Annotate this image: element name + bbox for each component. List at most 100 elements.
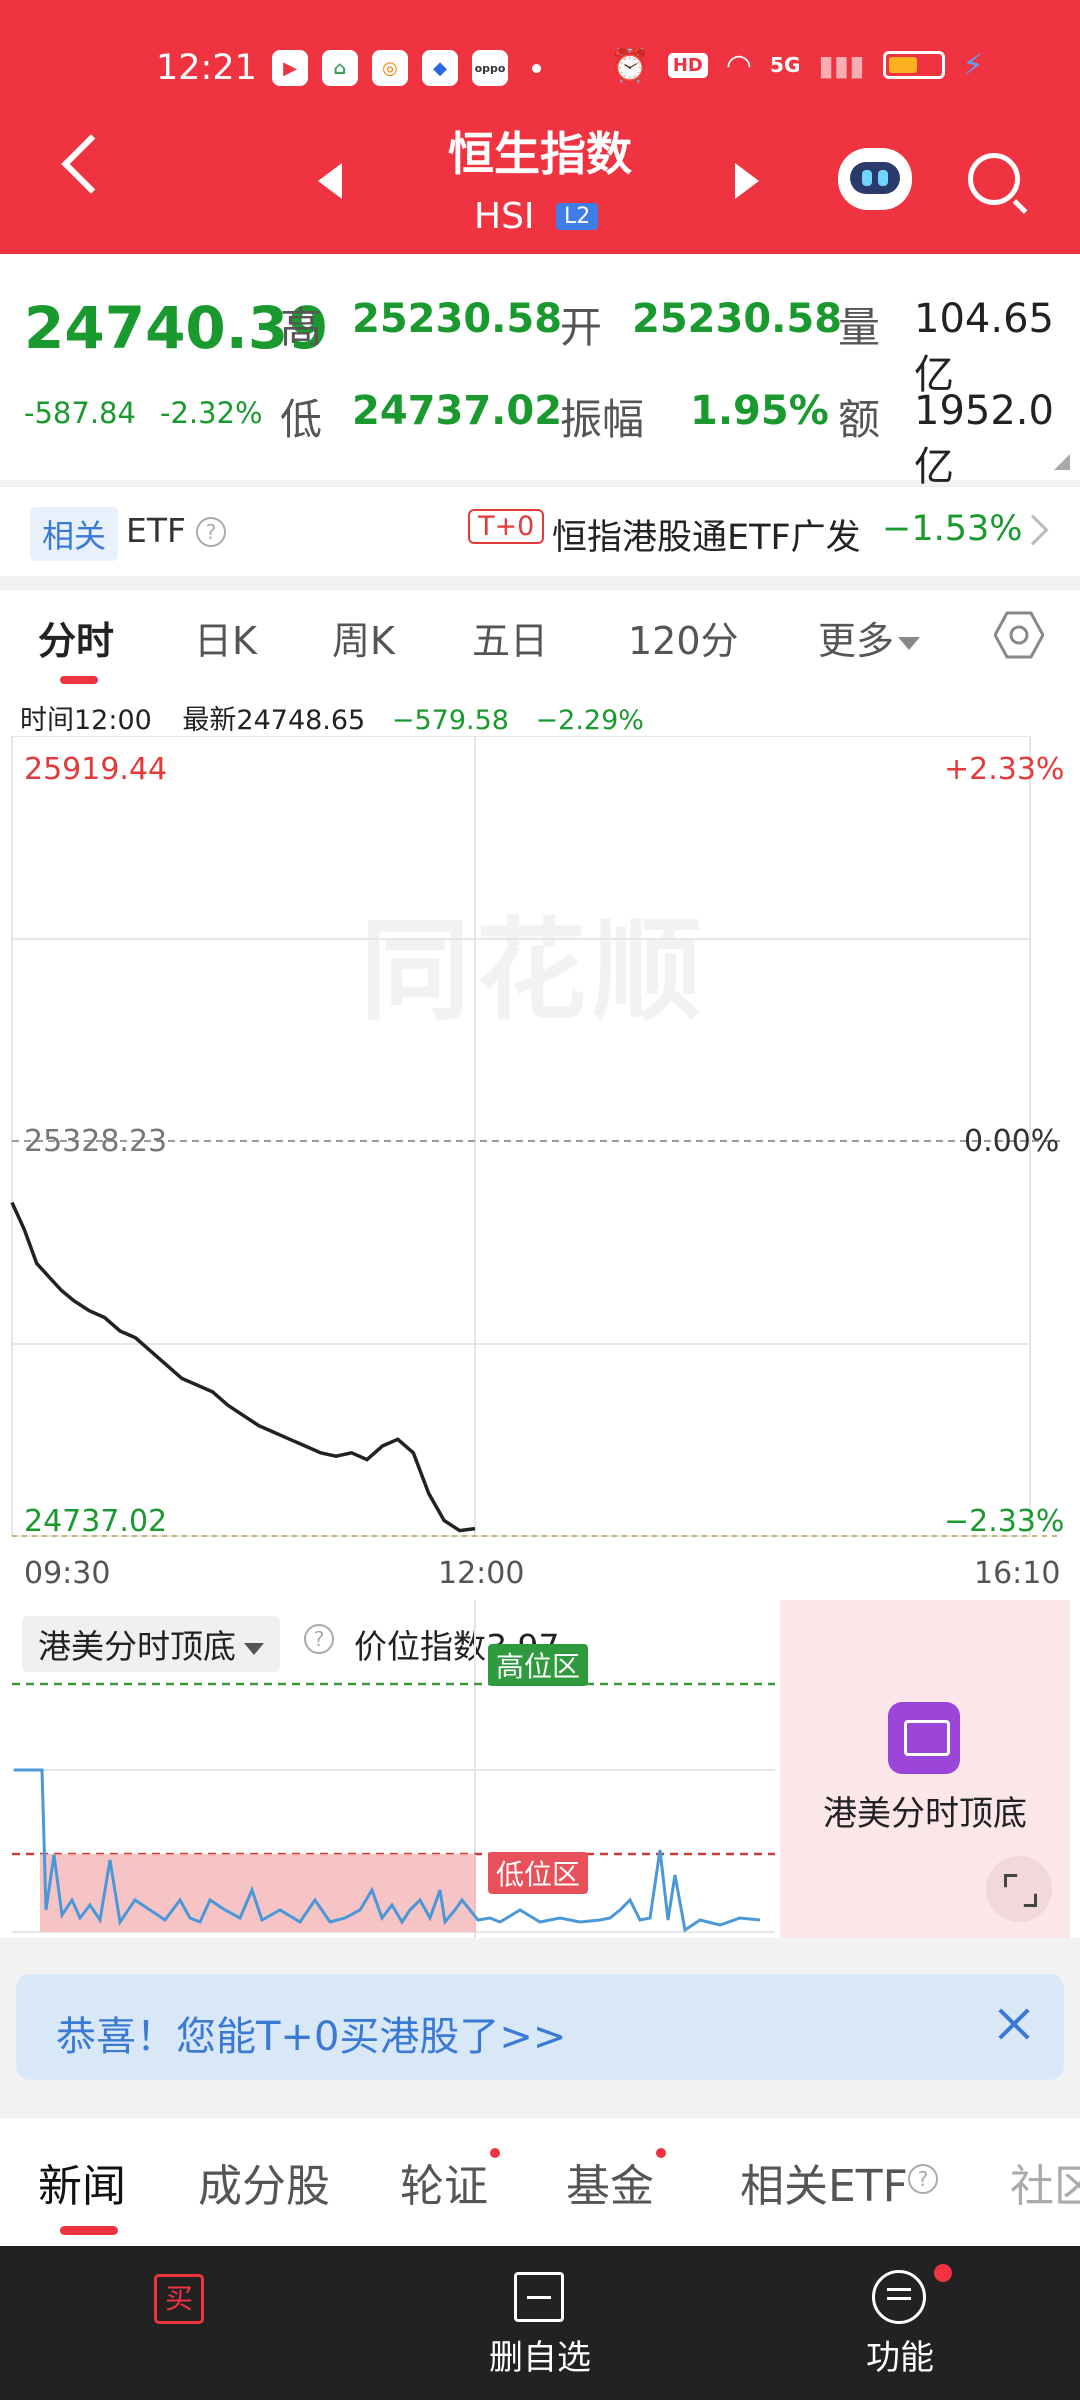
chart-top-pct: +2.33% — [944, 752, 1065, 787]
chart-bottom-pct: −2.33% — [944, 1504, 1065, 1539]
content-tabs: 新闻 成分股 轮证 基金 相关ETF ? 社区 — [0, 2118, 1080, 2246]
header-bar: 12:21 ▶ ⌂ ◎ ◆ oppo ⏰ HD ◠ 5G ▮▮▮ ⚡ 恒生指数 … — [0, 0, 1080, 254]
charging-icon: ⚡ — [962, 47, 984, 83]
help-icon[interactable]: ? — [196, 517, 226, 547]
hd-icon: HD — [667, 52, 708, 78]
search-icon[interactable] — [968, 153, 1020, 205]
quote-panel: 24740.39 -587.84 -2.32% 高 25230.58 开 252… — [0, 254, 1080, 490]
remove-watchlist-icon[interactable] — [514, 2272, 564, 2322]
content-tab-indicator — [60, 2226, 118, 2235]
robot-assistant-icon[interactable] — [838, 148, 912, 210]
remove-watchlist-label[interactable]: 删自选 — [440, 2330, 640, 2390]
battery-icon — [882, 51, 945, 79]
tab-five-day[interactable]: 五日 — [472, 610, 548, 665]
tab-120min[interactable]: 120分 — [628, 610, 739, 665]
crosshair-time: 时间12:00 — [20, 705, 152, 736]
tab-intraday[interactable]: 分时 — [38, 610, 114, 665]
tab-related-etf[interactable]: 相关ETF — [740, 2150, 908, 2214]
indicator-chart — [12, 1600, 775, 1938]
time-start: 09:30 — [24, 1556, 111, 1591]
t0-badge: T+0 — [468, 509, 545, 544]
high-label: 高 — [280, 303, 323, 352]
low-zone-label: 低位区 — [488, 1852, 589, 1894]
shield-app-icon: ◆ — [422, 50, 458, 86]
amount-label: 额 — [838, 395, 881, 444]
time-end: 16:10 — [974, 1556, 1061, 1591]
amplitude-label: 振幅 — [560, 395, 645, 444]
expand-quote-icon[interactable] — [1054, 454, 1070, 470]
tab-daily-k[interactable]: 日K — [194, 610, 257, 665]
volume-label: 量 — [838, 303, 881, 352]
settings-hex-icon[interactable] — [994, 610, 1044, 660]
status-app-icons: ▶ ⌂ ◎ ◆ oppo — [272, 50, 541, 86]
indicator-promo-card[interactable]: 港美分时顶底 — [780, 1600, 1070, 1938]
tab-warrants[interactable]: 轮证 — [400, 2150, 488, 2214]
low-value: 24737.02 — [352, 388, 563, 434]
t0-banner[interactable]: 恭喜！您能T+0买港股了>> — [16, 1974, 1064, 2080]
status-indicators: ⏰ HD ◠ 5G ▮▮▮ ⚡ — [610, 46, 984, 84]
expand-icon[interactable] — [986, 1856, 1052, 1922]
open-value: 25230.58 — [632, 296, 843, 342]
tab-community[interactable]: 社区 — [1010, 2150, 1080, 2214]
alarm-icon: ⏰ — [610, 46, 650, 84]
promo-title: 港美分时顶底 — [823, 1794, 1027, 1834]
amount-value: 1952.0亿 — [914, 388, 1054, 490]
tab-more-label: 更多 — [818, 619, 895, 663]
etf-name: 恒指港股通ETF广发 — [552, 518, 861, 558]
wifi-icon: ◠ — [725, 47, 753, 83]
crosshair-latest: 最新24748.65 — [182, 705, 366, 736]
chart-period-tabs: 分时 日K 周K 五日 120分 更多 — [0, 590, 1080, 686]
price-change: -587.84 — [24, 396, 136, 430]
low-label: 低 — [280, 395, 323, 444]
function-label[interactable]: 功能 — [800, 2330, 1000, 2390]
tab-constituents[interactable]: 成分股 — [198, 2150, 330, 2214]
high-zone-label: 高位区 — [488, 1644, 589, 1686]
chart-bottom-price: 24737.02 — [24, 1504, 168, 1539]
shop-app-icon: ◎ — [372, 50, 408, 86]
etf-label: ETF — [126, 511, 186, 550]
chart-info-line: 时间12:00 最新24748.65 −579.58 −2.29% — [20, 698, 644, 737]
chevron-down-icon — [898, 637, 921, 650]
time-noon: 12:00 — [438, 1556, 525, 1591]
related-etf-row[interactable]: 相关 ETF ? T+0 恒指港股通ETF广发 −1.53% — [0, 486, 1080, 576]
price-series-line — [10, 1201, 476, 1533]
tab-badge-dot — [656, 2148, 666, 2158]
chart-top-price: 25919.44 — [24, 752, 168, 787]
notification-dot — [934, 2264, 952, 2282]
stock-code: HSI — [474, 196, 535, 237]
status-dot — [532, 63, 541, 73]
banner-text: 恭喜！您能T+0买港股了>> — [56, 2014, 567, 2060]
high-value: 25230.58 — [352, 296, 563, 342]
video-app-icon: ▶ — [272, 50, 308, 86]
signal-5g-icon: 5G — [770, 53, 801, 77]
intraday-chart[interactable]: 时间12:00 最新24748.65 −579.58 −2.29% 同花顺 25… — [0, 686, 1080, 1606]
bottom-action-bar: 买 删自选 功能 — [0, 2246, 1080, 2400]
chart-app-icon — [888, 1702, 960, 1774]
volume-value: 104.65亿 — [914, 296, 1054, 398]
status-time: 12:21 — [156, 48, 257, 88]
help-icon[interactable]: ? — [908, 2164, 938, 2194]
tab-badge-dot — [490, 2148, 500, 2158]
indicator-panel: 港美分时顶底 ? 价位指数3.97 高位区 低位区 港美分时顶底 — [0, 1600, 1080, 1938]
home-app-icon: ⌂ — [322, 50, 358, 86]
amplitude-value: 1.95% — [690, 388, 829, 434]
tab-weekly-k[interactable]: 周K — [332, 610, 395, 665]
tab-news[interactable]: 新闻 — [38, 2150, 126, 2214]
open-label: 开 — [560, 303, 603, 352]
buy-button[interactable]: 买 — [154, 2274, 204, 2324]
tab-more[interactable]: 更多 — [818, 610, 921, 665]
chart-mid-pct: 0.00% — [964, 1124, 1060, 1159]
crosshair-pct: −2.29% — [535, 705, 644, 736]
signal-icon: ▮▮▮ — [818, 48, 865, 82]
tab-active-indicator — [60, 676, 98, 684]
price-change-pct: -2.32% — [160, 396, 263, 430]
close-icon[interactable] — [994, 2004, 1034, 2044]
etf-change-pct: −1.53% — [882, 509, 1023, 549]
next-stock-icon[interactable] — [735, 163, 759, 199]
tab-funds[interactable]: 基金 — [566, 2150, 654, 2214]
function-menu-icon[interactable] — [872, 2270, 926, 2324]
oppo-app-icon: oppo — [472, 50, 508, 86]
chart-mid-price: 25328.23 — [24, 1124, 168, 1159]
crosshair-change: −579.58 — [391, 705, 509, 736]
level2-badge[interactable]: L2 — [556, 203, 599, 230]
